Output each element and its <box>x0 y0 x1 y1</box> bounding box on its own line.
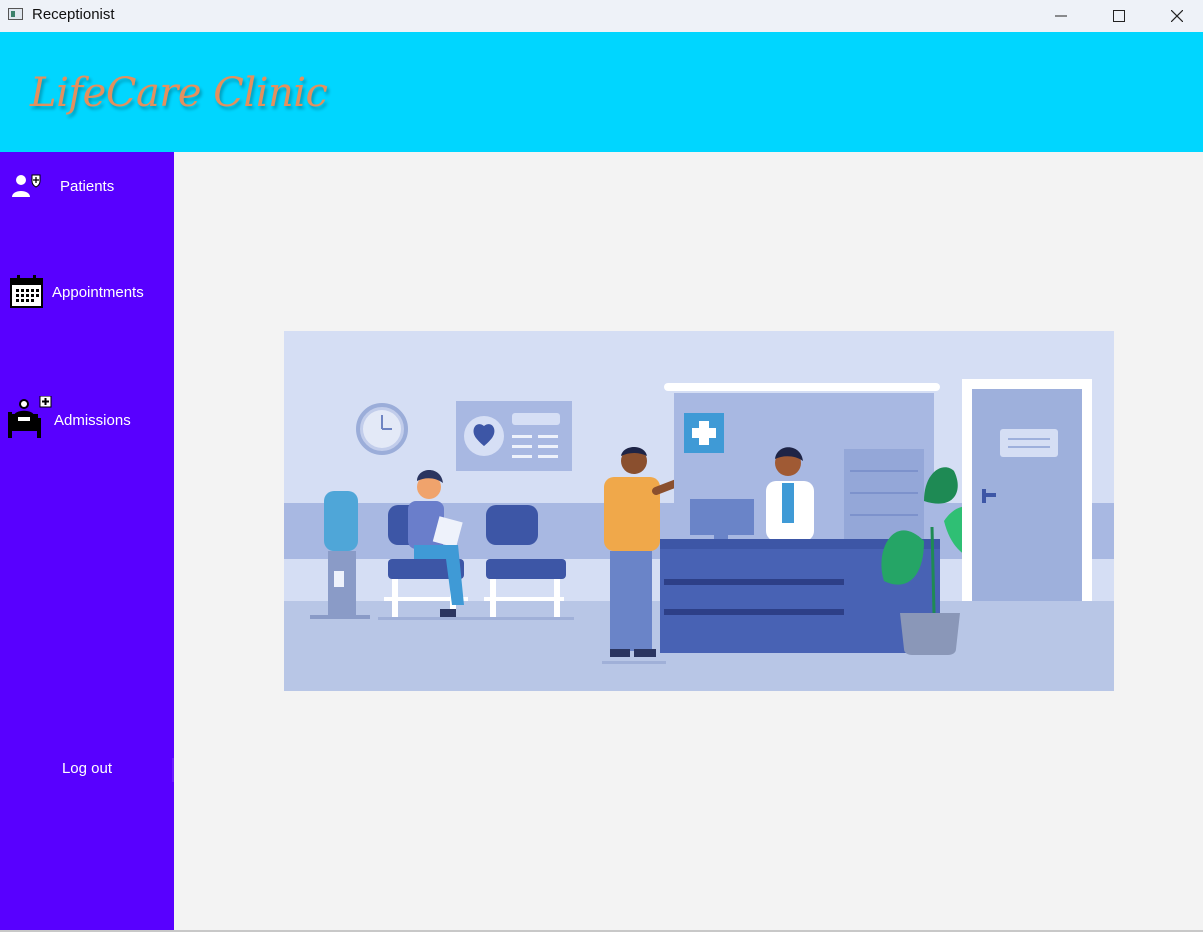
sidebar-item-appointments[interactable]: Appointments <box>0 268 174 318</box>
app-icon <box>8 8 23 20</box>
main-content <box>174 152 1203 932</box>
calendar-icon <box>10 274 44 312</box>
title-bar: Receptionist <box>0 0 1203 32</box>
minimize-icon <box>1055 15 1067 17</box>
brand-logo-text: LifeCare Clinic <box>30 70 328 116</box>
logout-button[interactable]: Log out <box>0 760 174 780</box>
window-title: Receptionist <box>32 6 115 23</box>
sidebar: Patients Appointments Admissions Log out <box>0 152 175 932</box>
maximize-icon <box>1113 10 1125 22</box>
sidebar-item-patients[interactable]: Patients <box>0 162 174 212</box>
minimize-button[interactable] <box>1032 0 1090 32</box>
patient-icon <box>10 172 42 204</box>
app-header: LifeCare Clinic <box>0 32 1203 152</box>
close-icon <box>1171 10 1183 22</box>
sidebar-item-label: Patients <box>60 178 115 195</box>
sidebar-item-label: Admissions <box>54 412 131 429</box>
maximize-button[interactable] <box>1090 0 1148 32</box>
reception-desk-illustration <box>284 331 1114 691</box>
sidebar-item-label: Appointments <box>52 284 144 301</box>
hospital-bed-icon <box>6 395 54 444</box>
close-button[interactable] <box>1148 0 1203 32</box>
sidebar-item-admissions[interactable]: Admissions <box>0 395 174 446</box>
